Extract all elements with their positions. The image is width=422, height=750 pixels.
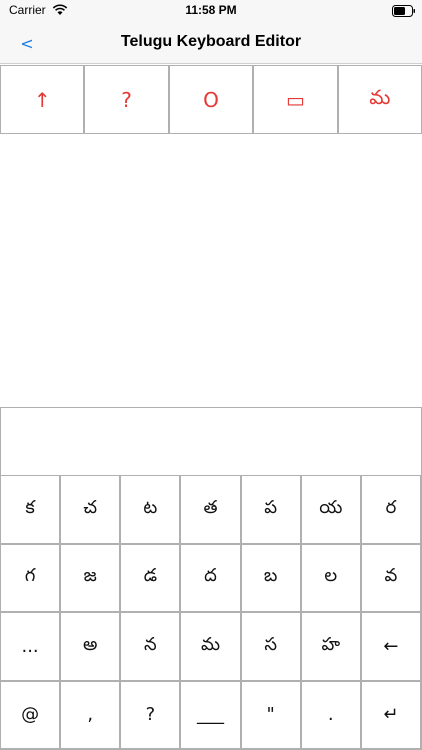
key-ma[interactable]: మ (181, 613, 242, 682)
key-a[interactable]: అ (61, 613, 122, 682)
key-ra[interactable]: ర (361, 476, 422, 545)
key-ya[interactable]: య (301, 476, 362, 545)
status-time: 11:58 PM (185, 3, 237, 17)
key-comma[interactable]: , (61, 681, 122, 750)
key-pa[interactable]: ప (241, 476, 302, 545)
key-na[interactable]: న (121, 613, 182, 682)
telugu-keyboard: క చ ట త ప య ర గ జ డ ద బ ల వ ... అ న మ స … (0, 476, 422, 750)
shift-key[interactable]: ↑ (0, 66, 86, 133)
battery-icon (392, 5, 415, 17)
key-ta[interactable]: త (181, 476, 242, 545)
status-bar: Carrier 11:58 PM (0, 0, 422, 24)
backspace-key[interactable]: ← (361, 613, 422, 682)
space-key[interactable]: ___ (181, 681, 242, 750)
rectangle-key[interactable]: ▭ (254, 66, 339, 133)
key-period[interactable]: . (301, 681, 362, 750)
key-at[interactable]: @ (1, 681, 62, 750)
return-key[interactable]: ↵ (361, 681, 422, 750)
key-ha[interactable]: హ (301, 613, 362, 682)
top-key-row: ↑ ? O ▭ మ (0, 65, 422, 134)
key-sa[interactable]: స (241, 613, 302, 682)
page-title: Telugu Keyboard Editor (120, 33, 302, 50)
key-da[interactable]: ద (181, 544, 242, 613)
key-va[interactable]: వ (361, 544, 422, 613)
help-key[interactable]: ? (85, 66, 170, 133)
key-more[interactable]: ... (1, 613, 62, 682)
key-dda[interactable]: డ (121, 544, 182, 613)
key-ba[interactable]: బ (241, 544, 302, 613)
key-cha[interactable]: చ (61, 476, 122, 545)
circle-key[interactable]: O (170, 66, 255, 133)
ma-key[interactable]: మ (339, 66, 422, 133)
key-ga[interactable]: గ (1, 544, 62, 613)
key-ka[interactable]: క (1, 476, 62, 545)
key-question[interactable]: ? (121, 681, 182, 750)
key-quote[interactable]: " (241, 681, 302, 750)
key-ja[interactable]: జ (61, 544, 122, 613)
text-input-area[interactable] (0, 407, 422, 476)
key-la[interactable]: ల (301, 544, 362, 613)
key-tta[interactable]: ట (121, 476, 182, 545)
navigation-bar: < Telugu Keyboard Editor (0, 24, 422, 64)
